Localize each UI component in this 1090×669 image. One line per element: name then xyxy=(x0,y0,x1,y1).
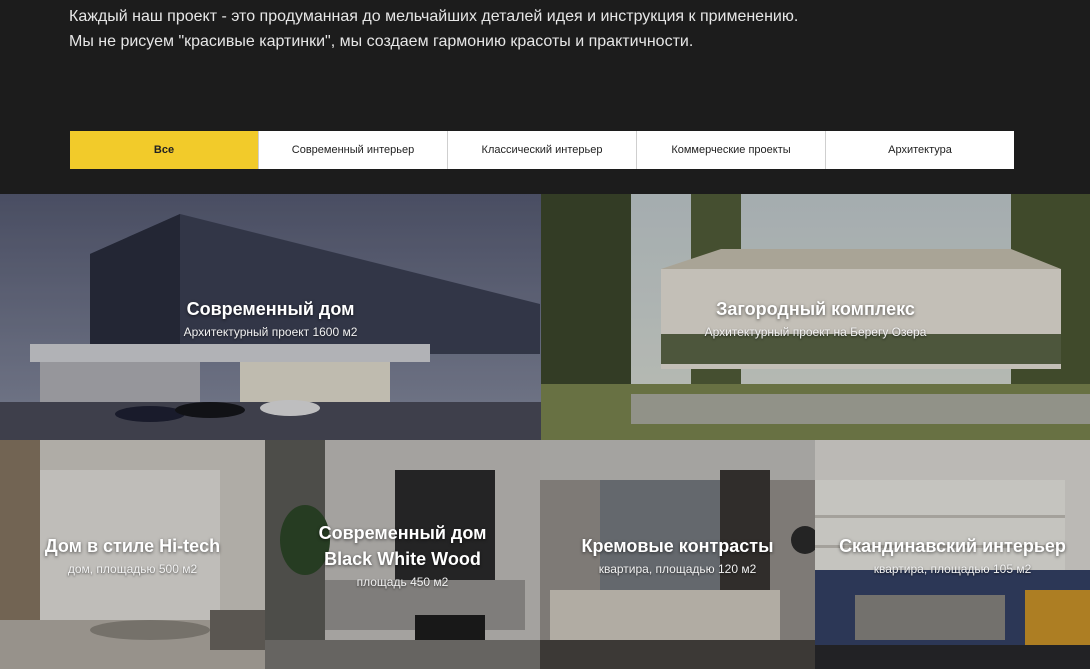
project-subtitle: Архитектурный проект 1600 м2 xyxy=(183,324,358,339)
filter-classic-interior[interactable]: Классический интерьер xyxy=(448,131,637,169)
project-tile-modern-house[interactable]: Современный дом Архитектурный проект 160… xyxy=(0,194,541,440)
project-tile-country-complex[interactable]: Загородный комплекс Архитектурный проект… xyxy=(541,194,1090,440)
project-tile-black-white-wood[interactable]: Современный дом Black White Wood площадь… xyxy=(265,440,540,669)
filter-modern-interior[interactable]: Современный интерьер xyxy=(259,131,448,169)
filter-commercial[interactable]: Коммерческие проекты xyxy=(637,131,826,169)
project-tile-hi-tech[interactable]: Дом в стиле Hi-tech дом, площадью 500 м2 xyxy=(0,440,265,669)
intro-line-2: Мы не рисуем "красивые картинки", мы соз… xyxy=(69,33,694,50)
category-filter-bar: Все Современный интерьер Классический ин… xyxy=(70,131,1014,169)
project-title: Кремовые контрасты xyxy=(581,536,774,556)
project-title: Загородный комплекс xyxy=(716,298,915,319)
intro-text: Каждый наш проект - это продуманная до м… xyxy=(69,4,798,54)
filter-architecture[interactable]: Архитектура xyxy=(826,131,1014,169)
project-title-line-1: Современный дом xyxy=(318,523,487,543)
project-title-line-2: Black White Wood xyxy=(324,549,481,569)
filter-all[interactable]: Все xyxy=(70,131,259,169)
project-subtitle: дом, площадью 500 м2 xyxy=(67,562,198,576)
project-subtitle: квартира, площадью 105 м2 xyxy=(873,562,1032,576)
project-tile-scandinavian[interactable]: Скандинавский интерьер квартира, площадь… xyxy=(815,440,1090,669)
project-title: Современный дом xyxy=(186,298,355,319)
project-title: Дом в стиле Hi-tech xyxy=(44,536,221,556)
project-tile-cream-contrasts[interactable]: Кремовые контрасты квартира, площадью 12… xyxy=(540,440,815,669)
project-title: Скандинавский интерьер xyxy=(839,536,1066,556)
project-title: Современный дом Black White Wood xyxy=(319,520,487,572)
project-subtitle: квартира, площадью 120 м2 xyxy=(598,562,757,576)
project-subtitle: площадь 450 м2 xyxy=(356,575,449,589)
project-subtitle: Архитектурный проект на Берегу Озера xyxy=(704,324,927,339)
intro-line-1: Каждый наш проект - это продуманная до м… xyxy=(69,8,799,25)
